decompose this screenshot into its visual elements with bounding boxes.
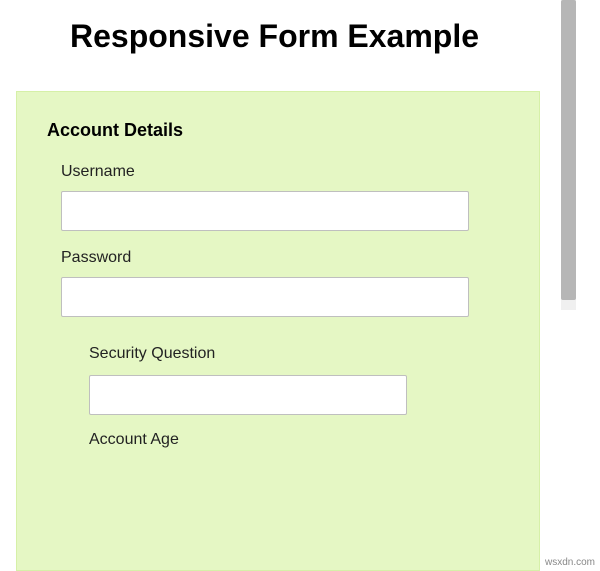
username-field-group: Username [61, 163, 509, 231]
password-field-group: Password [61, 249, 509, 317]
username-input[interactable] [61, 191, 469, 231]
security-question-input[interactable] [89, 375, 407, 415]
account-age-field-group: Account Age [89, 431, 509, 449]
watermark-text: wsxdn.com [545, 557, 595, 568]
account-details-panel: Account Details Username Password Securi… [16, 91, 540, 571]
username-label: Username [61, 163, 509, 181]
password-label: Password [61, 249, 509, 267]
password-input[interactable] [61, 277, 469, 317]
page-viewport: Responsive Form Example Account Details … [0, 0, 560, 571]
page-title: Responsive Form Example [0, 0, 560, 55]
scrollbar-thumb[interactable] [561, 0, 576, 300]
security-question-field-group: Security Question [89, 345, 509, 415]
account-age-label: Account Age [89, 431, 509, 449]
security-question-label: Security Question [89, 345, 509, 363]
section-heading: Account Details [47, 120, 509, 141]
